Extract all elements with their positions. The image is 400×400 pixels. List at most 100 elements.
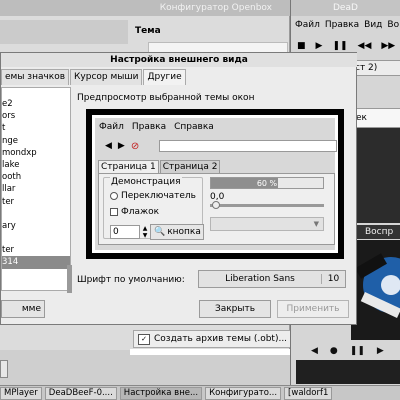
tab-mouse-cursor[interactable]: Курсор мыши — [70, 69, 143, 85]
preview-tab-page2: Страница 2 — [159, 160, 221, 173]
openbox-left-panel — [0, 20, 128, 44]
pause-icon[interactable]: ❚❚ — [332, 41, 347, 51]
preview-radio-label: Переключатель — [121, 191, 196, 201]
theme-list-item[interactable]: ooth — [2, 171, 70, 183]
preview-tabs: Страница 1 Страница 2 — [98, 160, 221, 173]
back-arrow-icon: ◀ — [105, 141, 112, 151]
theme-preview-window: Файл Правка Справка ◀ ▶ ⊘ Страница 1 Стр… — [92, 115, 338, 253]
preview-group-title: Демонстрация — [110, 177, 182, 187]
stop-small-icon[interactable]: ● — [330, 346, 338, 360]
theme-list-item[interactable]: nge — [2, 135, 70, 147]
theme-list-item[interactable] — [2, 208, 70, 220]
radio-icon — [110, 192, 118, 200]
vertical-scrollbar[interactable] — [67, 265, 72, 293]
checkbox-icon — [110, 208, 118, 216]
deadbeef-menu-edit[interactable]: Правка — [325, 20, 359, 34]
magnifier-icon: 🔍 — [154, 227, 166, 237]
preview-menu-file: Файл — [99, 122, 124, 132]
stop-icon[interactable]: ■ — [297, 41, 306, 51]
create-theme-archive-button[interactable]: ✓ Создать архив темы (.obt)... — [133, 330, 293, 348]
deadbeef-menu-view[interactable]: Вид — [364, 20, 382, 34]
theme-list-item[interactable]: e2 — [2, 98, 70, 110]
preview-entry — [159, 140, 337, 152]
font-name: Liberation Sans — [225, 274, 295, 284]
preview-demo-group: Демонстрация Переключатель Флажок 0 ▲▼ — [103, 177, 204, 240]
preview-check-label: Флажок — [121, 207, 160, 217]
video-area — [351, 128, 400, 223]
preview-slider-knob — [212, 201, 220, 209]
film-reel-icon — [351, 240, 400, 340]
openbox-side-button[interactable] — [0, 360, 8, 378]
theme-list-item[interactable]: ors — [2, 110, 70, 122]
taskbar-item-deadbeef[interactable]: DeaDBeeF-0.... — [44, 386, 117, 400]
preview-button: 🔍 кнопка — [150, 224, 204, 240]
default-font-button[interactable]: Liberation Sans 10 — [198, 270, 346, 288]
close-button[interactable]: Закрыть — [199, 300, 271, 318]
openbox-title: Конфигуратор Openbox — [0, 0, 290, 16]
video-label: Воспр — [351, 225, 400, 239]
theme-list[interactable]: e2 ors t nge mondxp lake ooth llar ter a… — [1, 87, 71, 291]
theme-section-label: Тема — [135, 26, 161, 36]
next-icon[interactable]: ▶▶ — [381, 41, 395, 51]
deadbeef-playlist-tab[interactable]: ст 2) — [351, 60, 400, 76]
appearance-dialog: Настройка внешнего вида емы значков Курс… — [0, 52, 357, 325]
preview-slider-track — [210, 204, 324, 207]
taskbar-item-configurator[interactable]: Конфигурато... — [205, 386, 282, 400]
theme-list-item[interactable]: ter — [2, 244, 70, 256]
theme-list-item[interactable] — [2, 232, 70, 244]
previous-icon[interactable]: ◀◀ — [358, 41, 372, 51]
apply-button[interactable]: Применить — [277, 300, 349, 318]
taskbar-item-mplayer[interactable]: MPlayer — [0, 386, 42, 400]
rewind-icon[interactable]: ◀ — [311, 346, 318, 360]
preview-label: Предпросмотр выбранной темы окон — [77, 93, 255, 103]
default-font-label: Шрифт по умолчанию: — [77, 275, 185, 285]
spin-arrows-icon: ▲ ▼ — [142, 225, 148, 239]
taskbar-item-terminal[interactable]: [waldorf1 — [284, 386, 333, 400]
forward-icon[interactable]: ▶ — [377, 346, 384, 360]
preview-menubar: Файл Правка Справка — [95, 122, 335, 134]
theme-list-item[interactable]: ary — [2, 220, 70, 232]
theme-list-item[interactable]: mondxp — [2, 147, 70, 159]
deadbeef-title: DeaD — [291, 0, 400, 16]
archive-icon: ✓ — [138, 333, 150, 345]
pause-small-icon[interactable]: ❚❚ — [350, 346, 365, 360]
theme-preview-frame: Файл Правка Справка ◀ ▶ ⊘ Страница 1 Стр… — [86, 109, 344, 259]
preview-progress-text: 60 % — [256, 179, 278, 188]
mplayer-control-bar — [296, 360, 400, 384]
preview-tab-page1: Страница 1 — [98, 160, 159, 173]
openbox-bottom-strip — [130, 349, 300, 355]
preview-checkbox: Флажок — [110, 207, 159, 217]
preview-button-label: кнопка — [167, 227, 201, 237]
preview-tab-body: Демонстрация Переключатель Флажок 0 ▲▼ — [98, 173, 335, 245]
left-dialog-button[interactable]: мме — [1, 300, 45, 318]
theme-list-item[interactable]: llar — [2, 183, 70, 195]
preview-spinbox: 0 — [110, 225, 140, 239]
taskbar-item-appearance[interactable]: Настройка вне... — [119, 386, 203, 400]
theme-list-item[interactable]: lake — [2, 159, 70, 171]
preview-combobox: ▼ — [210, 217, 324, 231]
taskbar: MPlayer DeaDBeeF-0.... Настройка вне... … — [0, 385, 400, 400]
album-art — [351, 240, 400, 340]
create-theme-archive-label: Создать архив темы (.obt)... — [154, 334, 288, 344]
mplayer-controls: ◀ ● ❚❚ ▶ — [301, 346, 400, 360]
tab-icon-themes[interactable]: емы значков — [1, 69, 70, 85]
preview-progressbar: 60 % — [210, 177, 324, 189]
forward-arrow-icon: ▶ — [117, 141, 125, 151]
deadbeef-seek-field: ек — [351, 108, 400, 128]
dialog-title: Настройка внешнего вида — [1, 53, 357, 67]
deadbeef-menu-file[interactable]: Файл — [295, 20, 320, 34]
stop-sign-icon: ⊘ — [130, 140, 140, 152]
deadbeef-menu-playback[interactable]: Во — [387, 20, 399, 34]
preview-radio: Переключатель — [110, 191, 196, 201]
preview-menu-edit: Правка — [131, 122, 167, 132]
theme-list-item[interactable]: ter — [2, 196, 70, 208]
theme-list-item-selected[interactable]: 314 — [2, 256, 70, 269]
deadbeef-menubar: Файл Правка Вид Во — [291, 20, 400, 34]
preview-menu-help: Справка — [174, 122, 214, 132]
tab-other[interactable]: Другие — [143, 69, 186, 85]
dialog-tabs: емы значков Курсор мыши Другие — [1, 69, 187, 85]
font-size: 10 — [321, 274, 345, 284]
theme-list-item[interactable]: t — [2, 122, 70, 134]
play-icon[interactable]: ▶ — [316, 41, 323, 51]
desktop-root: { "openbox": { "title": "Конфигуратор Op… — [0, 0, 400, 400]
